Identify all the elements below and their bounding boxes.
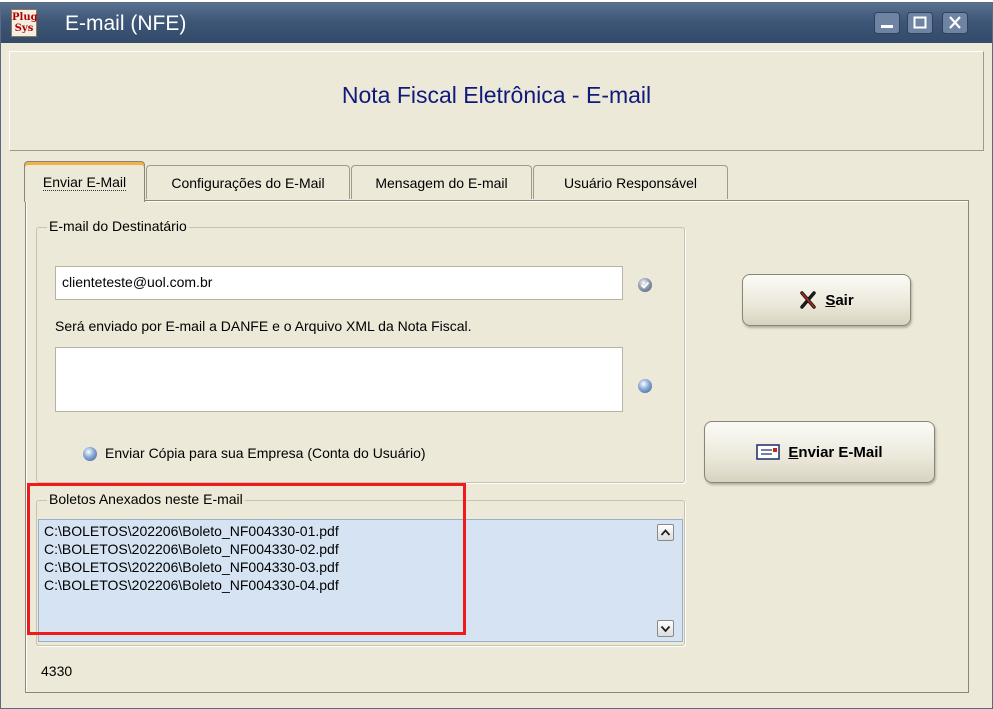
page-title: Nota Fiscal Eletrônica - E-mail	[341, 82, 652, 108]
chevron-up-icon	[660, 529, 671, 536]
tab-label: Configurações do E-Mail	[171, 175, 325, 191]
scroll-up-button[interactable]	[657, 524, 674, 541]
minimize-icon	[874, 12, 900, 34]
highlight-box	[27, 483, 466, 635]
email-validated-icon	[638, 278, 652, 292]
tab-usuario-responsavel[interactable]: Usuário Responsável	[533, 165, 728, 199]
send-email-button-label: Enviar E-Mail	[788, 443, 883, 461]
copy-option-radio[interactable]	[83, 447, 97, 461]
close-button[interactable]	[942, 12, 968, 34]
app-logo-line1: Plug	[12, 12, 38, 23]
send-email-button[interactable]: Enviar E-Mail	[704, 421, 935, 483]
tab-mensagem-email[interactable]: Mensagem do E-mail	[351, 165, 532, 199]
close-icon	[942, 12, 968, 34]
recipient-group-label: E-mail do Destinatário	[47, 218, 189, 234]
copy-option-label[interactable]: Enviar Cópia para sua Empresa (Conta do …	[105, 445, 426, 461]
title-bar[interactable]: Plug Sys E-mail (NFE)	[1, 3, 992, 43]
tab-label: Enviar E-Mail	[42, 174, 127, 191]
header-panel: Nota Fiscal Eletrônica - E-mail	[9, 51, 984, 151]
exit-button-label: Sair	[825, 291, 854, 309]
tab-label: Usuário Responsável	[563, 175, 698, 191]
info-text: Será enviado por E-mail a DANFE e o Arqu…	[55, 318, 472, 334]
x-mark-icon	[800, 291, 817, 309]
scroll-down-button[interactable]	[657, 620, 674, 637]
tab-configuracoes-email[interactable]: Configurações do E-Mail	[146, 165, 350, 199]
additional-email-field[interactable]	[55, 347, 623, 412]
exit-button[interactable]: Sair	[742, 274, 911, 326]
main-window: Plug Sys E-mail (NFE) Nota Fiscal Eletrô…	[0, 2, 993, 709]
chevron-down-icon	[660, 625, 671, 633]
maximize-button[interactable]	[907, 12, 933, 34]
invoice-number: 4330	[41, 663, 73, 679]
maximize-icon	[907, 12, 933, 34]
window-title: E-mail (NFE)	[65, 12, 187, 35]
tab-label: Mensagem do E-mail	[375, 175, 508, 191]
recipient-email-field[interactable]: clienteteste@uol.com.br	[55, 266, 623, 300]
app-logo-icon: Plug Sys	[11, 9, 38, 37]
envelope-icon	[756, 444, 781, 460]
minimize-button[interactable]	[874, 12, 900, 34]
app-logo-line2: Sys	[14, 23, 34, 34]
tab-enviar-email[interactable]: Enviar E-Mail	[24, 161, 145, 202]
status-dot-icon	[638, 379, 652, 393]
